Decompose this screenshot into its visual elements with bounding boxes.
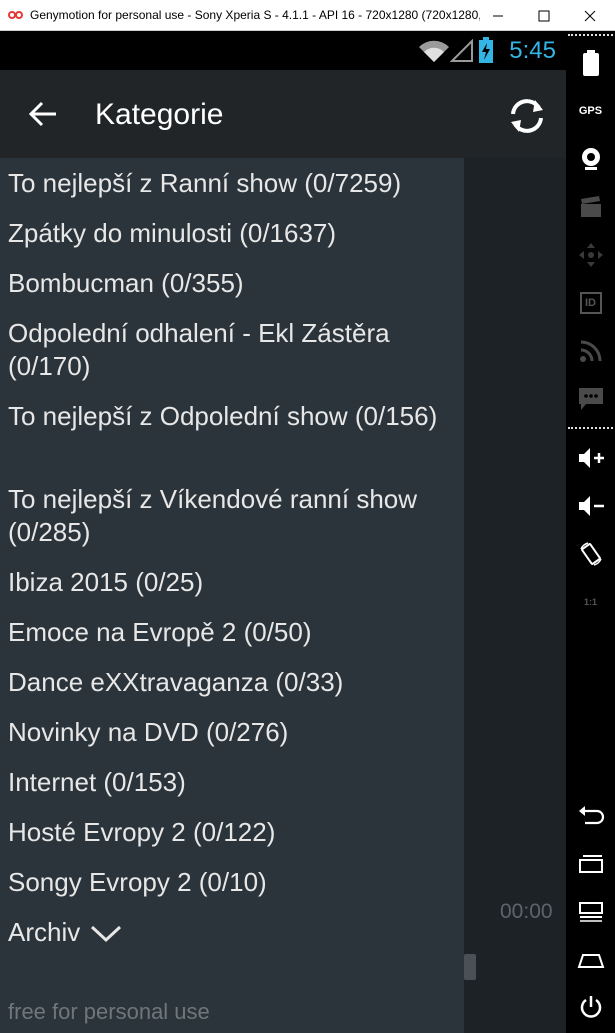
toolbar-divider: [568, 427, 613, 429]
recent-apps-icon: [578, 855, 603, 873]
volume-up-button[interactable]: [566, 438, 615, 478]
chevron-down-icon: [91, 925, 122, 942]
dpad-icon: [578, 243, 603, 267]
status-clock: 5:45: [509, 37, 556, 64]
signal-icon: [450, 39, 473, 62]
menu-button[interactable]: [566, 891, 615, 931]
webcam-icon: [581, 148, 600, 170]
page-title: Kategorie: [95, 98, 224, 131]
player-time: 00:00: [500, 900, 553, 923]
device-screen: 5:45 Kategorie 00:00 To nejlepší z Ranní…: [0, 32, 566, 1033]
window-titlebar: Genymotion for personal use - Sony Xperi…: [0, 0, 615, 31]
refresh-button[interactable]: [505, 94, 549, 138]
webcam-widget-button[interactable]: [566, 139, 615, 179]
screencast-widget-button[interactable]: [566, 187, 615, 227]
android-back-button[interactable]: [566, 795, 615, 835]
power-button[interactable]: [566, 987, 615, 1027]
recent-apps-button[interactable]: [566, 843, 615, 883]
category-item[interactable]: To nejlepší z Víkendové ranní show (0/28…: [8, 483, 458, 549]
rotate-icon: [579, 542, 602, 566]
seek-handle[interactable]: [464, 954, 476, 980]
sms-widget-button[interactable]: [566, 379, 615, 419]
menu-icon: [578, 902, 603, 922]
volume-up-icon: [578, 448, 604, 468]
device-id-widget-button[interactable]: ID: [566, 283, 615, 323]
gps-label: GPS: [578, 105, 603, 117]
close-icon: [584, 10, 596, 21]
power-icon: [580, 996, 601, 1018]
watermark-text: free for personal use: [8, 999, 210, 1024]
category-item[interactable]: Hosté Evropy 2 (0/122): [8, 816, 458, 849]
message-icon: [578, 388, 603, 410]
emulator-toolbar: GPS ID 1:1: [566, 32, 615, 1033]
rss-icon: [579, 340, 601, 362]
toolbar-divider: [568, 34, 613, 36]
battery-charging-icon: [479, 37, 493, 63]
category-item[interactable]: Internet (0/153): [8, 766, 458, 799]
remote-control-widget-button[interactable]: [566, 235, 615, 275]
clapperboard-icon: [580, 196, 601, 217]
volume-down-icon: [578, 496, 604, 516]
maximize-button[interactable]: [521, 0, 567, 31]
battery-icon: [582, 50, 599, 76]
category-item[interactable]: Zpátky do minulosti (0/1637): [8, 217, 458, 250]
category-item[interactable]: Emoce na Evropě 2 (0/50): [8, 616, 458, 649]
category-item[interactable]: To nejlepší z Odpolední show (0/156): [8, 400, 458, 433]
close-button[interactable]: [567, 0, 613, 31]
wifi-icon: [419, 40, 449, 62]
back-button[interactable]: [22, 94, 66, 134]
pixel-perfect-button[interactable]: 1:1: [566, 582, 615, 622]
action-bar: Kategorie: [0, 70, 566, 158]
arrow-back-icon: [28, 101, 56, 127]
home-icon: [577, 954, 604, 968]
category-drawer: To nejlepší z Ranní show (0/7259) Zpátky…: [0, 158, 464, 1033]
maximize-icon: [538, 10, 550, 21]
archive-toggle[interactable]: Archiv: [8, 916, 458, 949]
volume-down-button[interactable]: [566, 486, 615, 526]
rotate-button[interactable]: [566, 534, 615, 574]
minimize-icon: [493, 15, 503, 16]
category-item[interactable]: Songy Evropy 2 (0/10): [8, 866, 458, 899]
network-widget-button[interactable]: [566, 331, 615, 371]
category-item[interactable]: To nejlepší z Ranní show (0/7259): [8, 167, 458, 200]
category-item[interactable]: Dance eXXtravaganza (0/33): [8, 666, 458, 699]
category-item[interactable]: Odpolední odhalení - Ekl Zástěra (0/170): [8, 317, 458, 383]
genymotion-logo-icon: [8, 7, 24, 23]
back-icon: [578, 806, 604, 825]
status-bar: 5:45: [0, 32, 566, 70]
refresh-icon: [511, 99, 543, 133]
scale-label: 1:1: [583, 597, 597, 607]
minimize-button[interactable]: [475, 0, 521, 31]
category-item[interactable]: Novinky na DVD (0/276): [8, 716, 458, 749]
gps-widget-button[interactable]: GPS: [566, 91, 615, 131]
id-label: ID: [579, 292, 602, 314]
category-item[interactable]: Ibiza 2015 (0/25): [8, 566, 458, 599]
battery-widget-button[interactable]: [566, 43, 615, 83]
window-title: Genymotion for personal use - Sony Xperi…: [30, 8, 480, 22]
archive-label: Archiv: [8, 917, 81, 947]
category-item[interactable]: Bombucman (0/355): [8, 267, 458, 300]
home-button[interactable]: [566, 939, 615, 979]
